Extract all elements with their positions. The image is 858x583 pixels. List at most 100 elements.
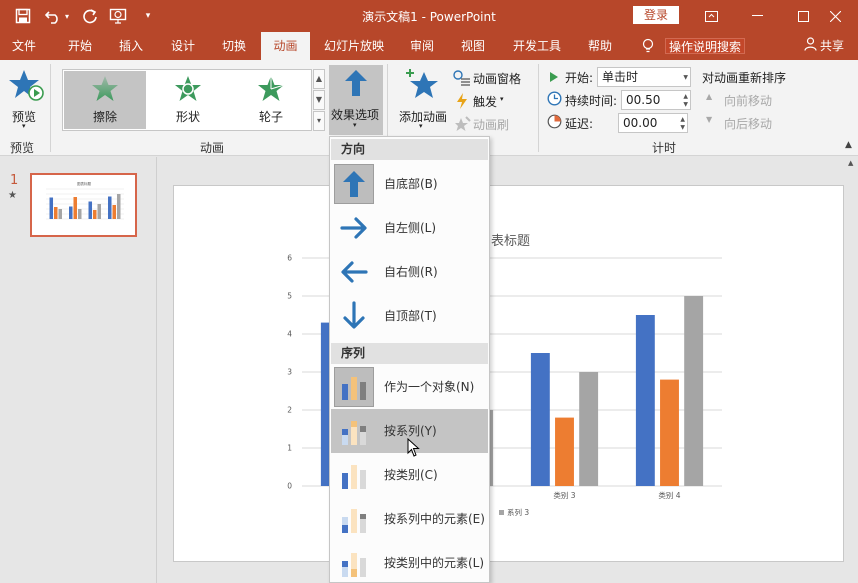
spin-down-icon[interactable]: ▼	[680, 124, 685, 132]
animation-pane-icon	[453, 69, 471, 90]
gallery-scroll-up-icon[interactable]: ▲	[313, 69, 325, 89]
slide-canvas[interactable]: 0123456类别 1类别 2类别 3类别 4图表标题系列 1系列 2系列 3	[173, 185, 844, 562]
menu-item-label: 自右侧(R)	[384, 265, 438, 279]
y-tick-label: 3	[287, 368, 292, 377]
spin-up-icon[interactable]: ▲	[680, 116, 685, 124]
spin-down-icon[interactable]: ▼	[683, 101, 688, 109]
tab-insert[interactable]: 插入	[108, 32, 154, 60]
menu-item-by-element-in-category[interactable]: 按类别中的元素(L)	[331, 541, 488, 583]
animation-wipe[interactable]: 擦除	[64, 71, 146, 129]
effect-options-arrow-icon	[344, 69, 368, 100]
tab-design[interactable]: 设计	[160, 32, 206, 60]
arrow-left-icon	[334, 252, 374, 292]
move-later-button[interactable]: ▼ 向后移动	[706, 115, 786, 131]
tab-transitions[interactable]: 切换	[211, 32, 257, 60]
slide-thumbnail-pane: 1 ★ 图表标题	[0, 157, 157, 583]
animation-wipe-label: 擦除	[92, 110, 117, 124]
group-label-timing: 计时	[652, 141, 677, 155]
arrow-down-icon	[334, 296, 374, 336]
ribbon-tab-bar: 文件 开始 插入 设计 切换 动画 幻灯片放映 审阅 视图 开发工具 帮助 操作…	[0, 32, 858, 60]
gallery-more-icon[interactable]: ▾	[313, 111, 325, 131]
slide-number: 1	[10, 173, 19, 188]
arrow-up-icon	[334, 164, 374, 204]
lightning-icon	[455, 92, 469, 113]
effect-options-button[interactable]: 效果选项 ▾	[329, 65, 383, 135]
menu-item-by-element-in-series[interactable]: 按系列中的元素(E)	[331, 497, 488, 541]
menu-item-label: 按系列(Y)	[384, 424, 437, 438]
minimize-icon[interactable]	[734, 0, 780, 32]
wipe-star-icon	[91, 75, 119, 106]
y-tick-label: 1	[287, 444, 292, 453]
tab-review[interactable]: 审阅	[398, 32, 446, 60]
group-separator	[50, 64, 51, 152]
delay-spinner[interactable]: 00.00 ▲ ▼	[618, 113, 688, 133]
duration-value: 00.50	[626, 93, 661, 107]
animation-shape-label: 形状	[175, 110, 200, 124]
close-icon[interactable]	[812, 0, 858, 32]
legend-entry: 系列 3	[507, 507, 529, 517]
animation-painter-button[interactable]: 动画刷	[453, 115, 513, 133]
bar-1-4	[108, 196, 112, 219]
bar-2-4	[660, 379, 679, 486]
menu-item-from-right[interactable]: 自右侧(R)	[331, 250, 488, 294]
delay-value: 00.00	[623, 116, 658, 130]
menu-item-from-bottom[interactable]: 自底部(B)	[331, 162, 488, 206]
bar-2-3	[555, 417, 574, 486]
tab-developer[interactable]: 开发工具	[505, 32, 569, 60]
group-label-animations: 动画	[200, 141, 225, 155]
animation-pane-label: 动画窗格	[473, 72, 522, 86]
menu-item-as-one-object[interactable]: 作为一个对象(N)	[331, 365, 488, 409]
animation-wheel-label: 轮子	[258, 110, 283, 124]
add-animation-button[interactable]: 添加动画 ▾	[395, 66, 451, 134]
y-tick-label: 2	[287, 406, 292, 415]
preview-button[interactable]: 预览 ▾	[6, 66, 46, 134]
y-tick-label: 5	[287, 292, 292, 301]
bar-1-1	[49, 197, 54, 219]
bars-by-element-in-category-icon	[334, 543, 374, 583]
vertical-scrollbar[interactable]: ▲	[846, 157, 858, 583]
tab-help[interactable]: 帮助	[578, 32, 622, 60]
share-button[interactable]: 共享	[804, 32, 844, 60]
triangle-down-icon: ▼	[706, 115, 713, 124]
trigger-dropdown-icon: ▾	[500, 95, 504, 103]
collapse-ribbon-icon[interactable]: ▲	[845, 140, 852, 150]
tab-animations[interactable]: 动画	[261, 32, 310, 60]
ribbon-display-options-icon[interactable]	[688, 0, 734, 32]
menu-item-from-left[interactable]: 自左侧(L)	[331, 206, 488, 250]
animation-wheel[interactable]: 轮子	[230, 71, 312, 129]
login-button[interactable]: 登录	[633, 6, 679, 24]
start-select[interactable]: 单击时 ▼	[597, 67, 691, 87]
move-later-label: 向后移动	[724, 117, 773, 131]
star-play-icon	[9, 68, 45, 105]
mouse-cursor-icon	[407, 437, 421, 458]
reorder-title: 对动画重新排序	[702, 71, 787, 85]
chart[interactable]: 0123456类别 1类别 2类别 3类别 4图表标题系列 1系列 2系列 3	[174, 186, 845, 563]
menu-item-from-top[interactable]: 自顶部(T)	[331, 294, 488, 338]
add-animation-dropdown-icon: ▾	[419, 122, 423, 130]
start-label: 开始:	[565, 71, 594, 85]
user-icon	[804, 33, 817, 61]
menu-item-by-category[interactable]: 按类别(C)	[331, 453, 488, 497]
tab-slide-show[interactable]: 幻灯片放映	[318, 32, 390, 60]
legend-swatch	[499, 510, 504, 515]
menu-item-label: 自底部(B)	[384, 177, 438, 191]
spin-up-icon[interactable]: ▲	[683, 93, 688, 101]
bars-by-category-icon	[334, 455, 374, 495]
slide-thumbnail[interactable]: 图表标题	[30, 173, 137, 237]
bar-2-3	[92, 210, 97, 219]
trigger-button[interactable]: 触发 ▾	[453, 92, 513, 110]
menu-item-label: 按系列中的元素(E)	[384, 512, 485, 526]
bar-2-4	[112, 205, 117, 219]
bars-one-object-icon	[334, 367, 374, 407]
duration-spinner[interactable]: 00.50 ▲ ▼	[621, 90, 691, 110]
scroll-up-icon[interactable]: ▲	[848, 159, 853, 167]
tab-view[interactable]: 视图	[450, 32, 496, 60]
gallery-scroll-down-icon[interactable]: ▼	[313, 90, 325, 110]
animation-shape[interactable]: 形状	[147, 71, 229, 129]
move-earlier-button[interactable]: ▲ 向前移动	[706, 92, 786, 108]
tab-file[interactable]: 文件	[3, 32, 45, 60]
delay-clock-icon	[547, 114, 562, 132]
tab-home[interactable]: 开始	[57, 32, 103, 60]
menu-item-label: 自顶部(T)	[384, 309, 437, 323]
tell-me-search[interactable]: 操作说明搜索	[665, 38, 746, 54]
